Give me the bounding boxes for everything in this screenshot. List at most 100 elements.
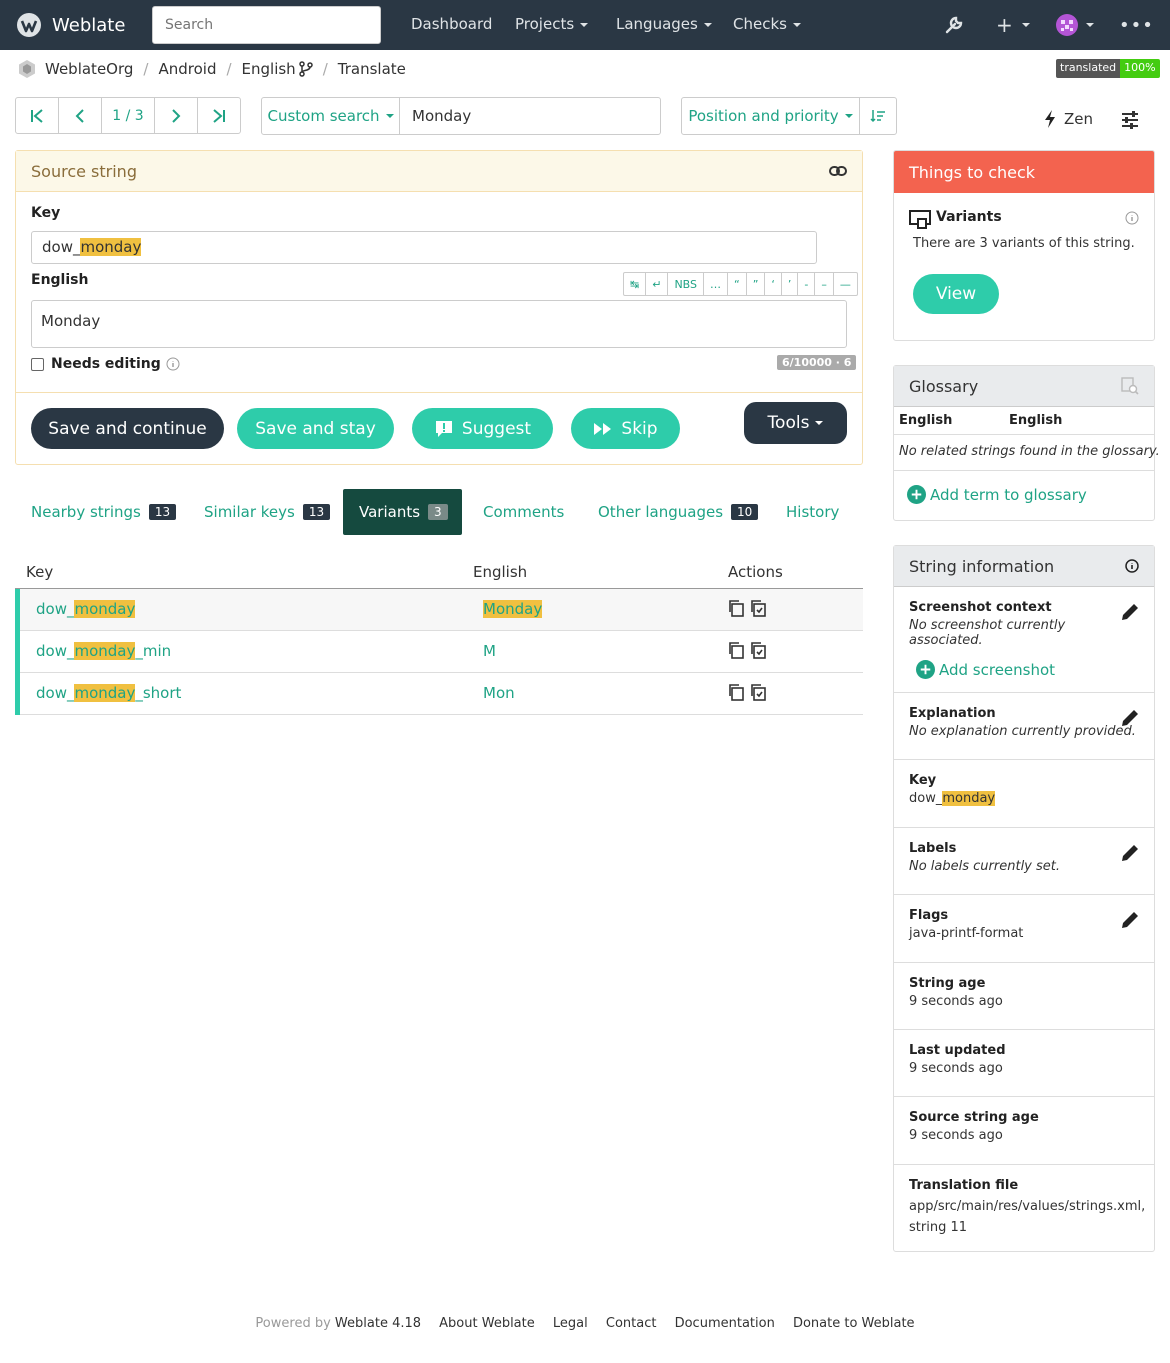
nav-languages[interactable]: Languages <box>616 15 712 33</box>
add-menu-button[interactable]: + <box>996 13 1030 37</box>
save-continue-button[interactable]: Save and continue <box>31 408 224 449</box>
nav-dashboard[interactable]: Dashboard <box>411 15 492 33</box>
copy-icon[interactable] <box>727 683 745 701</box>
nbsp-char-button[interactable]: NBS <box>668 273 705 295</box>
emdash-char-button[interactable]: — <box>834 273 857 295</box>
footer-about-link[interactable]: About Weblate <box>439 1316 535 1331</box>
info-icon[interactable] <box>1125 211 1139 225</box>
next-button[interactable] <box>155 98 198 133</box>
first-button[interactable] <box>16 98 59 133</box>
newline-char-button[interactable]: ↵ <box>646 273 669 295</box>
breadcrumb-language[interactable]: English <box>242 60 296 78</box>
chevron-down-icon <box>580 22 589 27</box>
column-header-english: English <box>473 563 528 581</box>
search-input[interactable] <box>152 6 381 44</box>
settings-sliders-icon[interactable] <box>1121 111 1139 129</box>
source-text-area[interactable]: Monday <box>31 300 847 348</box>
table-row: dow_monday_min M <box>15 631 863 673</box>
lsquo-char-button[interactable]: ‘ <box>765 273 782 295</box>
footer: Powered by Weblate 4.18 About Weblate Le… <box>0 1316 1170 1331</box>
copy-save-icon[interactable] <box>749 599 767 617</box>
translated-badge[interactable]: translated 100% <box>1056 59 1160 78</box>
search-group: Custom search Monday <box>261 97 661 135</box>
view-variants-button[interactable]: View <box>913 274 999 314</box>
tab-nearby-strings[interactable]: Nearby strings 13 <box>31 489 177 535</box>
tab-history[interactable]: History <box>786 489 839 535</box>
link-icon[interactable] <box>829 165 847 177</box>
more-menu-icon[interactable]: ••• <box>1119 15 1154 36</box>
chevron-down-icon <box>1086 23 1094 27</box>
copy-save-icon[interactable] <box>749 683 767 701</box>
pencil-icon[interactable] <box>1120 708 1140 728</box>
endash-char-button[interactable]: – <box>815 273 834 295</box>
variant-key-link[interactable]: dow_monday_min <box>36 642 171 660</box>
skip-button[interactable]: Skip <box>571 408 680 449</box>
footer-donate-link[interactable]: Donate to Weblate <box>793 1316 915 1331</box>
copy-icon[interactable] <box>727 641 745 659</box>
glossary-search-icon[interactable] <box>1121 377 1139 395</box>
pencil-icon[interactable] <box>1120 910 1140 930</box>
last-button[interactable] <box>198 98 240 133</box>
info-icon[interactable] <box>1125 559 1139 573</box>
search-query-input[interactable]: Monday <box>400 98 660 134</box>
length-counter: 6/10000 · 6 <box>777 355 857 370</box>
key-prefix: dow_ <box>42 238 81 256</box>
breadcrumb-component[interactable]: Android <box>158 60 216 78</box>
tools-button[interactable]: Tools <box>744 402 847 444</box>
user-menu-button[interactable] <box>1056 14 1094 36</box>
pencil-icon[interactable] <box>1120 843 1140 863</box>
pencil-icon[interactable] <box>1120 602 1140 622</box>
ellipsis-char-button[interactable]: … <box>704 273 729 295</box>
flags-title: Flags <box>909 908 949 923</box>
chevron-down-icon <box>703 22 712 27</box>
zen-button[interactable]: Zen <box>1044 110 1093 128</box>
nav-checks[interactable]: Checks <box>733 15 801 33</box>
wrench-icon[interactable] <box>943 14 965 36</box>
labels-title: Labels <box>909 841 957 856</box>
sort-direction-button[interactable] <box>860 98 896 134</box>
rsquo-char-button[interactable]: ’ <box>782 273 799 295</box>
badge-value: 100% <box>1120 59 1160 78</box>
ldquo-char-button[interactable]: “ <box>728 273 747 295</box>
nav-projects[interactable]: Projects <box>515 15 589 33</box>
rdquo-char-button[interactable]: ” <box>747 273 766 295</box>
suggest-button[interactable]: Suggest <box>412 408 553 449</box>
footer-version-link[interactable]: Weblate 4.18 <box>335 1316 421 1331</box>
translation-file-section: Translation file app/src/main/res/values… <box>894 1164 1154 1251</box>
flags-text: java-printf-format <box>909 926 1024 941</box>
copy-icon[interactable] <box>727 599 745 617</box>
explanation-text: No explanation currently provided. <box>909 724 1136 739</box>
variant-value-link[interactable]: M <box>483 642 496 660</box>
footer-legal-link[interactable]: Legal <box>553 1316 588 1331</box>
hyphen-char-button[interactable]: - <box>798 273 816 295</box>
tab-comments[interactable]: Comments <box>483 489 564 535</box>
variant-key-link[interactable]: dow_monday_short <box>36 684 181 702</box>
tab-char-button[interactable]: ↹ <box>624 273 647 295</box>
search-type-dropdown[interactable]: Custom search <box>262 98 400 134</box>
footer-contact-link[interactable]: Contact <box>606 1316 657 1331</box>
add-screenshot-button[interactable]: Add screenshot <box>916 660 1139 679</box>
variant-value-link[interactable]: Monday <box>483 600 543 618</box>
previous-button[interactable] <box>59 98 102 133</box>
save-stay-button[interactable]: Save and stay <box>237 408 394 449</box>
add-glossary-term-button[interactable]: Add term to glossary <box>907 485 1087 504</box>
footer-documentation-link[interactable]: Documentation <box>675 1316 775 1331</box>
tab-other-languages[interactable]: Other languages 10 <box>598 489 759 535</box>
info-icon[interactable] <box>166 357 180 371</box>
pager: 1 / 3 <box>15 97 241 134</box>
sort-dropdown[interactable]: Position and priority <box>682 98 860 134</box>
brand-link[interactable]: Weblate <box>16 12 125 38</box>
things-to-check-title: Things to check <box>894 151 1154 193</box>
glossary-col-target: English <box>1009 413 1063 428</box>
check-item-title: Variants <box>936 209 1002 225</box>
chevron-right-icon <box>172 108 181 123</box>
variant-key-link[interactable]: dow_monday <box>36 600 136 618</box>
breadcrumb-project[interactable]: WeblateOrg <box>45 60 133 78</box>
needs-editing-checkbox[interactable] <box>31 357 44 371</box>
check-item-text: There are 3 variants of this string. <box>913 236 1135 251</box>
tab-similar-keys[interactable]: Similar keys 13 <box>204 489 331 535</box>
copy-save-icon[interactable] <box>749 641 767 659</box>
tab-variants[interactable]: Variants 3 <box>343 489 462 535</box>
variant-value-link[interactable]: Mon <box>483 684 515 702</box>
top-navbar: Weblate Dashboard Projects Languages Che… <box>0 0 1170 50</box>
